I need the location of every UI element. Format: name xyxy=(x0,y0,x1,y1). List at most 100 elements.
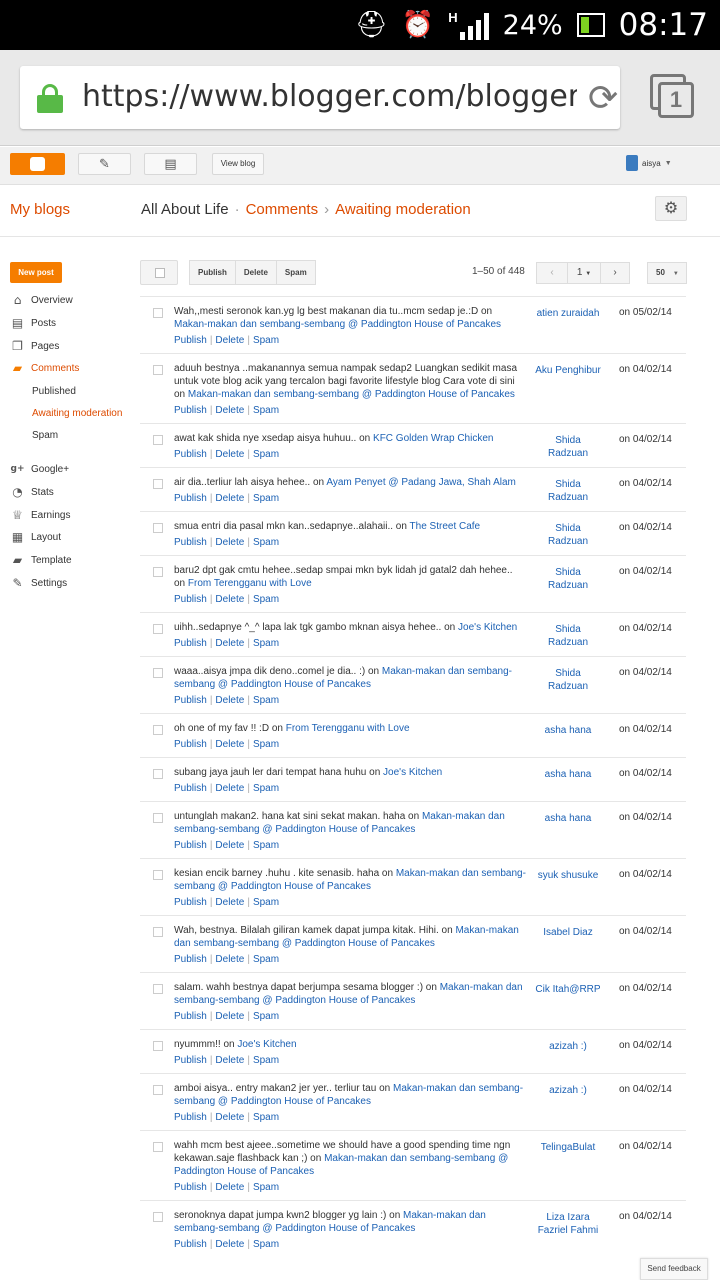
comment-author[interactable]: Isabel Diaz xyxy=(534,926,602,939)
comment-checkbox[interactable] xyxy=(153,725,163,735)
comment-author[interactable]: atien zuraidah xyxy=(534,307,602,320)
sidebar-item-earnings[interactable]: ♕ Earnings xyxy=(10,505,70,525)
post-link[interactable]: Joe's Kitchen xyxy=(383,767,442,778)
spam-link[interactable]: Spam xyxy=(253,695,279,706)
spam-link[interactable]: Spam xyxy=(253,405,279,416)
comment-author[interactable]: Shida Radzuan xyxy=(534,522,602,548)
sidebar-item-awaiting-moderation[interactable]: Awaiting moderation xyxy=(32,403,122,423)
spam-link[interactable]: Spam xyxy=(253,897,279,908)
publish-link[interactable]: Publish xyxy=(174,1239,207,1250)
delete-link[interactable]: Delete xyxy=(215,954,244,965)
post-link[interactable]: Makan-makan dan sembang-sembang @ Paddin… xyxy=(174,319,501,330)
sidebar-item-layout[interactable]: ▦ Layout xyxy=(10,527,61,547)
delete-link[interactable]: Delete xyxy=(215,695,244,706)
comment-checkbox[interactable] xyxy=(153,308,163,318)
delete-link[interactable]: Delete xyxy=(215,449,244,460)
sidebar-item-comments[interactable]: ▰ Comments xyxy=(10,358,79,378)
delete-link[interactable]: Delete xyxy=(215,1182,244,1193)
comment-author[interactable]: asha hana xyxy=(534,724,602,737)
publish-link[interactable]: Publish xyxy=(174,1011,207,1022)
comment-checkbox[interactable] xyxy=(153,769,163,779)
tabs-button[interactable]: 1 xyxy=(650,74,694,118)
publish-link[interactable]: Publish xyxy=(174,493,207,504)
post-link[interactable]: Makan-makan dan sembang-sembang @ Paddin… xyxy=(188,389,515,400)
send-feedback-button[interactable]: Send feedback xyxy=(640,1258,708,1280)
spam-link[interactable]: Spam xyxy=(253,954,279,965)
spam-link[interactable]: Spam xyxy=(253,1182,279,1193)
comment-author[interactable]: azizah :) xyxy=(534,1084,602,1097)
publish-link[interactable]: Publish xyxy=(174,695,207,706)
comment-checkbox[interactable] xyxy=(153,365,163,375)
comment-checkbox[interactable] xyxy=(153,479,163,489)
comment-author[interactable]: Shida Radzuan xyxy=(534,566,602,592)
comment-checkbox[interactable] xyxy=(153,624,163,634)
delete-button[interactable]: Delete xyxy=(234,260,277,285)
publish-link[interactable]: Publish xyxy=(174,954,207,965)
spam-link[interactable]: Spam xyxy=(253,1011,279,1022)
sidebar-item-overview[interactable]: ⌂ Overview xyxy=(10,290,73,310)
posts-list-button[interactable]: ▤ xyxy=(144,153,197,175)
delete-link[interactable]: Delete xyxy=(215,1011,244,1022)
comment-checkbox[interactable] xyxy=(153,435,163,445)
sidebar-item-stats[interactable]: ◔ Stats xyxy=(10,482,54,502)
select-all-checkbox[interactable] xyxy=(140,260,178,285)
comment-checkbox[interactable] xyxy=(153,927,163,937)
publish-link[interactable]: Publish xyxy=(174,537,207,548)
publish-link[interactable]: Publish xyxy=(174,1055,207,1066)
delete-link[interactable]: Delete xyxy=(215,897,244,908)
comment-checkbox[interactable] xyxy=(153,668,163,678)
comment-checkbox[interactable] xyxy=(153,1041,163,1051)
spam-link[interactable]: Spam xyxy=(253,1112,279,1123)
comment-author[interactable]: Shida Radzuan xyxy=(534,434,602,460)
comment-author[interactable]: TelingaBulat xyxy=(534,1141,602,1154)
comment-author[interactable]: Aku Penghibur xyxy=(534,364,602,377)
comment-author[interactable]: Cik Itah@RRP xyxy=(534,983,602,996)
post-link[interactable]: KFC Golden Wrap Chicken xyxy=(373,433,493,444)
comment-author[interactable]: asha hana xyxy=(534,812,602,825)
url-bar[interactable]: https://www.blogger.com/blogger.g ⟳ xyxy=(20,66,620,129)
delete-link[interactable]: Delete xyxy=(215,335,244,346)
blog-name[interactable]: All About Life xyxy=(141,201,229,218)
comment-checkbox[interactable] xyxy=(153,1212,163,1222)
comment-author[interactable]: Shida Radzuan xyxy=(534,667,602,693)
breadcrumb-comments[interactable]: Comments xyxy=(246,201,319,218)
per-page-select[interactable]: 50 ▼ xyxy=(647,262,687,284)
comment-checkbox[interactable] xyxy=(153,1142,163,1152)
delete-link[interactable]: Delete xyxy=(215,739,244,750)
spam-link[interactable]: Spam xyxy=(253,594,279,605)
spam-link[interactable]: Spam xyxy=(253,783,279,794)
spam-link[interactable]: Spam xyxy=(253,493,279,504)
publish-link[interactable]: Publish xyxy=(174,1182,207,1193)
publish-button[interactable]: Publish xyxy=(189,260,236,285)
view-blog-button[interactable]: View blog xyxy=(212,153,264,175)
spam-link[interactable]: Spam xyxy=(253,537,279,548)
comment-checkbox[interactable] xyxy=(153,813,163,823)
post-link[interactable]: From Terengganu with Love xyxy=(188,578,312,589)
publish-link[interactable]: Publish xyxy=(174,897,207,908)
comment-author[interactable]: azizah :) xyxy=(534,1040,602,1053)
url-text[interactable]: https://www.blogger.com/blogger.g xyxy=(82,79,577,114)
spam-link[interactable]: Spam xyxy=(253,335,279,346)
comment-author[interactable]: syuk shusuke xyxy=(534,869,602,882)
delete-link[interactable]: Delete xyxy=(215,493,244,504)
my-blogs-link[interactable]: My blogs xyxy=(10,201,70,218)
publish-link[interactable]: Publish xyxy=(174,840,207,851)
delete-link[interactable]: Delete xyxy=(215,1239,244,1250)
delete-link[interactable]: Delete xyxy=(215,1055,244,1066)
publish-link[interactable]: Publish xyxy=(174,335,207,346)
delete-link[interactable]: Delete xyxy=(215,783,244,794)
sidebar-item-published[interactable]: Published xyxy=(32,381,76,401)
post-link[interactable]: The Street Cafe xyxy=(410,521,481,532)
publish-link[interactable]: Publish xyxy=(174,638,207,649)
new-post-button[interactable]: New post xyxy=(10,262,62,283)
comment-checkbox[interactable] xyxy=(153,567,163,577)
sidebar-item-template[interactable]: ▰ Template xyxy=(10,550,72,570)
sidebar-item-settings[interactable]: ✎ Settings xyxy=(10,573,67,593)
comment-author[interactable]: asha hana xyxy=(534,768,602,781)
publish-link[interactable]: Publish xyxy=(174,739,207,750)
delete-link[interactable]: Delete xyxy=(215,1112,244,1123)
comment-author[interactable]: Liza Izara Fazriel Fahmi xyxy=(534,1211,602,1237)
comment-author[interactable]: Shida Radzuan xyxy=(534,623,602,649)
spam-link[interactable]: Spam xyxy=(253,638,279,649)
spam-link[interactable]: Spam xyxy=(253,1239,279,1250)
